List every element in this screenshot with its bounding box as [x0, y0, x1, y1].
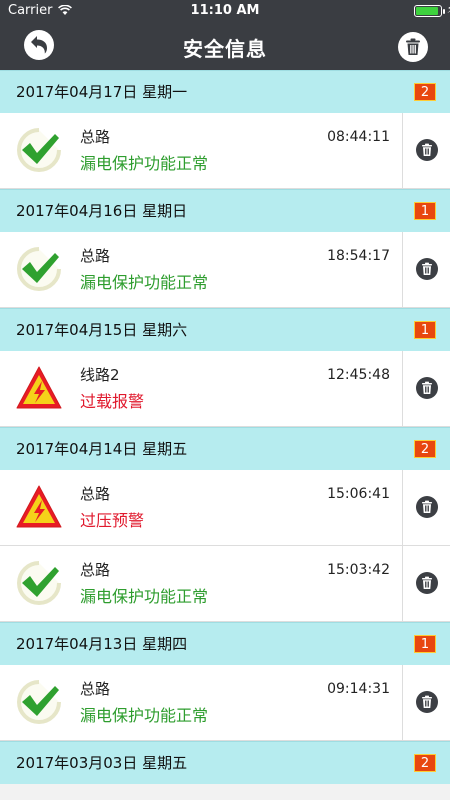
- event-count-badge: 2: [414, 440, 436, 458]
- event-list[interactable]: 2017年04月17日 星期一 2 总路 漏电保护功能正常 08:44:11 2017年0…: [0, 70, 450, 800]
- event-count-badge: 1: [414, 321, 436, 339]
- event-count-badge: 1: [414, 635, 436, 653]
- delete-event-button[interactable]: [416, 377, 438, 399]
- trash-icon: [416, 500, 438, 522]
- trash-icon: [416, 143, 438, 165]
- delete-cell: [402, 113, 450, 188]
- nav-bar: 安全信息: [0, 22, 450, 70]
- event-time: 15:03:42: [327, 562, 390, 578]
- page-title: 安全信息: [183, 37, 267, 61]
- event-time: 12:45:48: [327, 367, 390, 383]
- day-date: 2017年04月13日 星期四: [16, 635, 188, 653]
- event-source: 总路: [80, 561, 111, 579]
- day-date: 2017年04月16日 星期日: [16, 202, 188, 220]
- event-row[interactable]: 总路漏电保护功能正常 08:44:11: [0, 113, 450, 189]
- day-section-header: 2017年03月03日 星期五 2: [0, 741, 450, 784]
- delete-event-button[interactable]: [416, 496, 438, 518]
- event-count-badge: 2: [414, 754, 436, 772]
- warning-icon: [15, 483, 63, 531]
- event-status: 过载报警: [80, 392, 145, 411]
- event-count-badge: 1: [414, 202, 436, 220]
- event-source: 总路: [80, 680, 111, 698]
- event-row[interactable]: 线路2 过载报警 12:45:48: [0, 351, 450, 427]
- trash-icon: [416, 695, 438, 717]
- delete-cell: [402, 546, 450, 621]
- event-source: 总路: [80, 485, 111, 503]
- battery-icon: ⚡: [414, 2, 450, 17]
- trash-icon: [416, 576, 438, 598]
- event-status: 过压预警: [80, 511, 145, 530]
- delete-event-button[interactable]: [416, 258, 438, 280]
- battery-fill: [416, 7, 438, 15]
- checkmark-icon: [15, 678, 63, 726]
- event-time: 09:14:31: [327, 681, 390, 697]
- checkmark-icon: [15, 245, 63, 293]
- event-count-badge: 2: [414, 83, 436, 101]
- delete-event-button[interactable]: [416, 691, 438, 713]
- event-time: 15:06:41: [327, 486, 390, 502]
- clock: 11:10 AM: [190, 3, 260, 18]
- delete-cell: [402, 470, 450, 545]
- event-source: 总路: [80, 128, 111, 146]
- day-section-header: 2017年04月14日 星期五 2: [0, 427, 450, 470]
- day-date: 2017年04月17日 星期一: [16, 83, 188, 101]
- event-status: 漏电保护功能正常: [80, 706, 209, 725]
- event-source: 总路: [80, 247, 111, 265]
- delete-cell: [402, 232, 450, 307]
- delete-cell: [402, 665, 450, 740]
- event-source: 线路2: [80, 366, 120, 384]
- event-row[interactable]: 总路漏电保护功能正常 15:03:42: [0, 546, 450, 622]
- day-section-header: 2017年04月15日 星期六 1: [0, 308, 450, 351]
- clear-all-button[interactable]: [398, 32, 428, 62]
- trash-icon: [416, 262, 438, 284]
- delete-event-button[interactable]: [416, 572, 438, 594]
- day-section-header: 2017年04月17日 星期一 2: [0, 70, 450, 113]
- event-time: 08:44:11: [327, 129, 390, 145]
- day-section-header: 2017年04月16日 星期日 1: [0, 189, 450, 232]
- event-row[interactable]: 总路过压预警 15:06:41: [0, 470, 450, 546]
- delete-event-button[interactable]: [416, 139, 438, 161]
- warning-icon: [15, 364, 63, 412]
- day-date: 2017年03月03日 星期五: [16, 754, 188, 772]
- status-bar: Carrier 11:10 AM ⚡: [0, 0, 450, 22]
- checkmark-icon: [15, 126, 63, 174]
- checkmark-icon: [15, 559, 63, 607]
- day-date: 2017年04月14日 星期五: [16, 440, 188, 458]
- trash-icon: [416, 381, 438, 403]
- trash-icon: [406, 38, 420, 55]
- day-date: 2017年04月15日 星期六: [16, 321, 188, 339]
- event-status: 漏电保护功能正常: [80, 273, 209, 292]
- event-row[interactable]: 总路漏电保护功能正常 18:54:17: [0, 232, 450, 308]
- event-status: 漏电保护功能正常: [80, 587, 209, 606]
- event-status: 漏电保护功能正常: [80, 154, 209, 173]
- event-row[interactable]: 总路漏电保护功能正常 09:14:31: [0, 665, 450, 741]
- day-section-header: 2017年04月13日 星期四 1: [0, 622, 450, 665]
- event-time: 18:54:17: [327, 248, 390, 264]
- charging-icon: ⚡: [447, 2, 450, 16]
- delete-cell: [402, 351, 450, 426]
